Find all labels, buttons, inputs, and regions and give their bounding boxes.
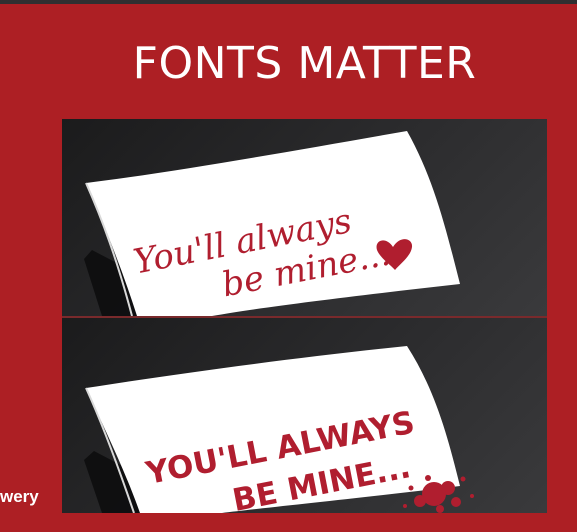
image-grunge-note: YOU'LL ALWAYS BE MINE... (62, 318, 547, 513)
slide-title: FONTS MATTER (132, 38, 477, 89)
grunge-note-illustration: YOU'LL ALWAYS BE MINE... (84, 346, 474, 513)
top-strip (0, 0, 577, 4)
image-script-note: You'll always be mine... (62, 119, 547, 316)
script-note-illustration: You'll always be mine... (84, 131, 460, 316)
footer-text-fragment: wery (0, 487, 39, 506)
